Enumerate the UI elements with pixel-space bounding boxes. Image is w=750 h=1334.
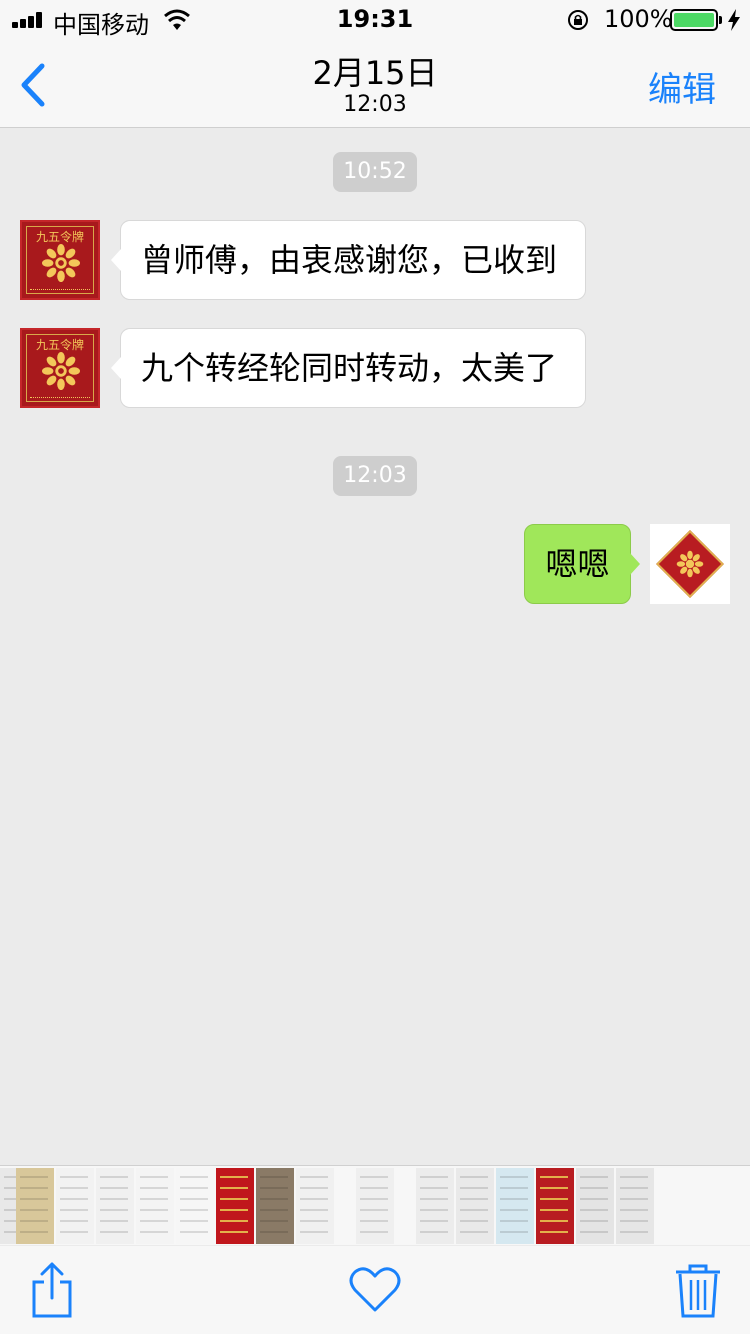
emblem-icon (676, 550, 704, 578)
orientation-lock-icon (568, 10, 588, 30)
photo-thumbnail[interactable] (576, 1168, 614, 1244)
share-icon[interactable] (22, 1260, 82, 1320)
charging-icon (728, 9, 740, 31)
edit-button[interactable]: 编辑 (648, 62, 716, 111)
photo-thumbnail[interactable] (136, 1168, 174, 1244)
page-title: 2月15日 (312, 54, 438, 92)
navigation-bar: 2月15日 12:03 编辑 (0, 40, 750, 128)
photo-thumbnail[interactable] (416, 1168, 454, 1244)
photo-thumbnail[interactable] (356, 1168, 394, 1244)
emblem-icon (42, 352, 80, 390)
photo-thumbnail[interactable] (16, 1168, 54, 1244)
photo-thumbnail[interactable] (216, 1168, 254, 1244)
thumbnail-strip[interactable] (0, 1165, 750, 1245)
photo-thumbnail[interactable] (56, 1168, 94, 1244)
message-bubble[interactable]: 曾师傅，由衷感谢您，已收到 (111, 220, 586, 300)
message-bubble[interactable]: 九个转经轮同时转动，太美了 (111, 328, 586, 408)
photo-thumbnail[interactable] (536, 1168, 574, 1244)
photo-thumbnail[interactable] (296, 1168, 334, 1244)
page-subtitle: 12:03 (343, 92, 407, 117)
photo-thumbnail[interactable] (176, 1168, 214, 1244)
timestamp-badge: 12:03 (333, 456, 417, 496)
timestamp-badge: 10:52 (333, 152, 417, 192)
status-bar: 中国移动 19:31 100% (0, 0, 750, 40)
battery-percentage: 100% (604, 5, 673, 33)
photo-thumbnail[interactable] (496, 1168, 534, 1244)
emblem-icon (42, 244, 80, 282)
bottom-toolbar (0, 1246, 750, 1334)
photo-thumbnail[interactable] (256, 1168, 294, 1244)
photo-thumbnail[interactable] (616, 1168, 654, 1244)
message-bubble-outgoing[interactable]: 嗯嗯 (524, 524, 640, 604)
photo-thumbnail[interactable] (96, 1168, 134, 1244)
avatar-title: 九五令牌 (35, 338, 84, 352)
avatar[interactable]: 九五令牌 (20, 328, 100, 408)
avatar-title: 九五令牌 (35, 230, 84, 244)
heart-icon[interactable] (345, 1260, 405, 1320)
battery-icon (670, 9, 722, 31)
avatar[interactable]: 九五令牌 (20, 220, 100, 300)
trash-icon[interactable] (668, 1260, 728, 1320)
self-avatar[interactable] (650, 524, 730, 604)
photo-thumbnail[interactable] (456, 1168, 494, 1244)
